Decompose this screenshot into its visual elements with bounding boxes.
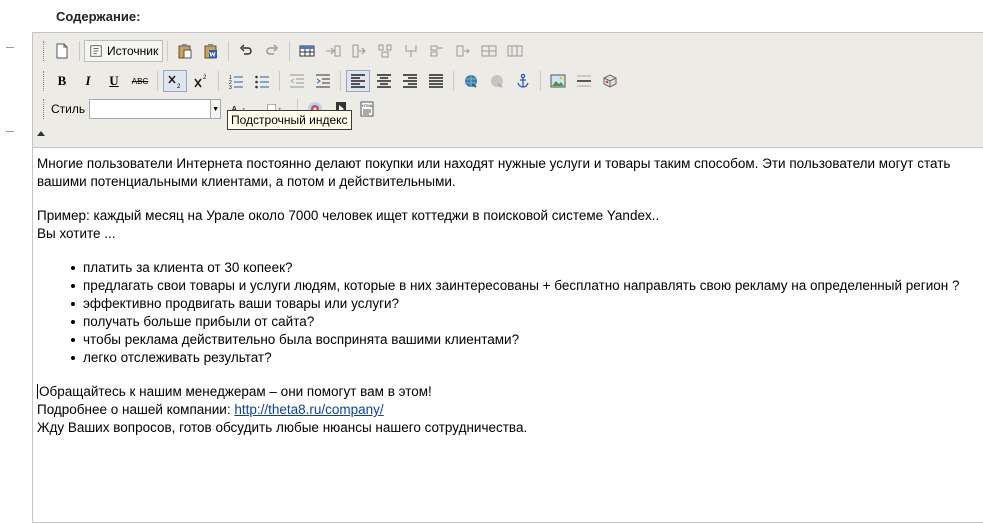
toolbar-row-2: B I U ABC 2 2 123 (41, 68, 623, 94)
strikethrough-icon[interactable]: ABC (128, 70, 152, 92)
paragraph: Подробнее о нашей компании: http://theta… (37, 402, 384, 417)
list-item: предлагать свои товары и услуги людям, к… (71, 277, 972, 295)
bold-icon[interactable]: B (50, 70, 74, 92)
source-button[interactable]: Источник (84, 40, 164, 62)
align-center-icon[interactable] (372, 70, 396, 92)
anchor-icon[interactable] (511, 70, 535, 92)
redo-icon[interactable] (260, 40, 284, 62)
italic-icon[interactable]: I (76, 70, 100, 92)
undo-icon[interactable] (234, 40, 258, 62)
benefits-list: платить за клиента от 30 копеек? предлаг… (37, 259, 972, 367)
split-cell-icon[interactable] (477, 40, 501, 62)
toolbar-row-1: Источник (41, 38, 528, 64)
subscript-tooltip: Подстрочный индекс (227, 110, 352, 130)
list-item: легко отслеживать результат? (71, 349, 972, 367)
bullet-list-icon[interactable] (250, 70, 274, 92)
numbered-list-icon[interactable]: 123 (224, 70, 248, 92)
insert-row-icon[interactable] (321, 40, 345, 62)
unlink-icon[interactable] (485, 70, 509, 92)
flash-icon[interactable] (598, 70, 622, 92)
source-button-label: Источник (107, 44, 159, 58)
list-item: получать больше прибыли от сайта? (71, 313, 972, 331)
paragraph: Жду Ваших вопросов, готов обсудить любые… (37, 420, 528, 435)
horizontal-rule-icon[interactable] (572, 70, 596, 92)
new-page-icon[interactable] (50, 40, 74, 62)
table-icon[interactable] (295, 40, 319, 62)
superscript-icon[interactable]: 2 (189, 70, 213, 92)
paste-icon[interactable] (173, 40, 197, 62)
html-icon[interactable]: HTML (355, 98, 379, 120)
image-icon[interactable] (546, 70, 570, 92)
svg-text:3: 3 (229, 85, 232, 89)
text-caret (37, 384, 38, 399)
toolbar-grip[interactable] (43, 99, 46, 119)
content-heading: Содержание: (56, 9, 141, 24)
indent-icon[interactable] (311, 70, 335, 92)
editor-content[interactable]: Многие пользователи Интернета постоянно … (37, 155, 972, 437)
insert-column-icon[interactable] (347, 40, 371, 62)
paste-word-icon[interactable] (199, 40, 223, 62)
svg-text:2: 2 (203, 75, 207, 81)
source-icon (90, 45, 102, 57)
justify-icon[interactable] (424, 70, 448, 92)
align-left-icon[interactable] (346, 70, 370, 92)
rich-text-editor: Источник B I U ABC 2 2 1 2 3 Стиль ▼ A H… (32, 32, 983, 523)
paragraph: Многие пользователи Интернета постоянно … (37, 156, 951, 189)
underline-icon[interactable]: U (102, 70, 126, 92)
list-item: чтобы реклама действительно была восприн… (71, 331, 972, 349)
delete-row-icon[interactable] (373, 40, 397, 62)
insert-cell-icon[interactable] (425, 40, 449, 62)
delete-column-icon[interactable] (399, 40, 423, 62)
list-item: платить за клиента от 30 копеек? (71, 259, 972, 277)
paragraph: Обращайтесь к нашим менеджерам – они пом… (37, 384, 432, 399)
align-right-icon[interactable] (398, 70, 422, 92)
toolbar-collapse-icon[interactable] (37, 131, 45, 136)
link-icon[interactable] (459, 70, 483, 92)
style-select[interactable] (89, 99, 212, 119)
editor-toolbar: Источник B I U ABC 2 2 1 2 3 Стиль ▼ A H… (33, 33, 983, 148)
company-link[interactable]: http://theta8.ru/company/ (234, 402, 383, 417)
paragraph: Вы хотите ... (37, 226, 116, 241)
style-dropdown-icon[interactable]: ▼ (211, 99, 222, 119)
table-props-icon[interactable] (503, 40, 527, 62)
toolbar-grip[interactable] (43, 41, 46, 61)
margin-dash (6, 47, 14, 48)
style-label: Стиль (51, 102, 86, 116)
margin-dash (6, 131, 14, 132)
outdent-icon[interactable] (285, 70, 309, 92)
merge-cells-icon[interactable] (451, 40, 475, 62)
toolbar-grip[interactable] (43, 71, 46, 91)
subscript-icon[interactable]: 2 (163, 70, 187, 92)
paragraph: Пример: каждый месяц на Урале около 7000… (37, 208, 660, 223)
svg-text:2: 2 (177, 84, 181, 89)
svg-text:HTML: HTML (362, 103, 374, 108)
list-item: эффективно продвигать ваши товары или ус… (71, 295, 972, 313)
